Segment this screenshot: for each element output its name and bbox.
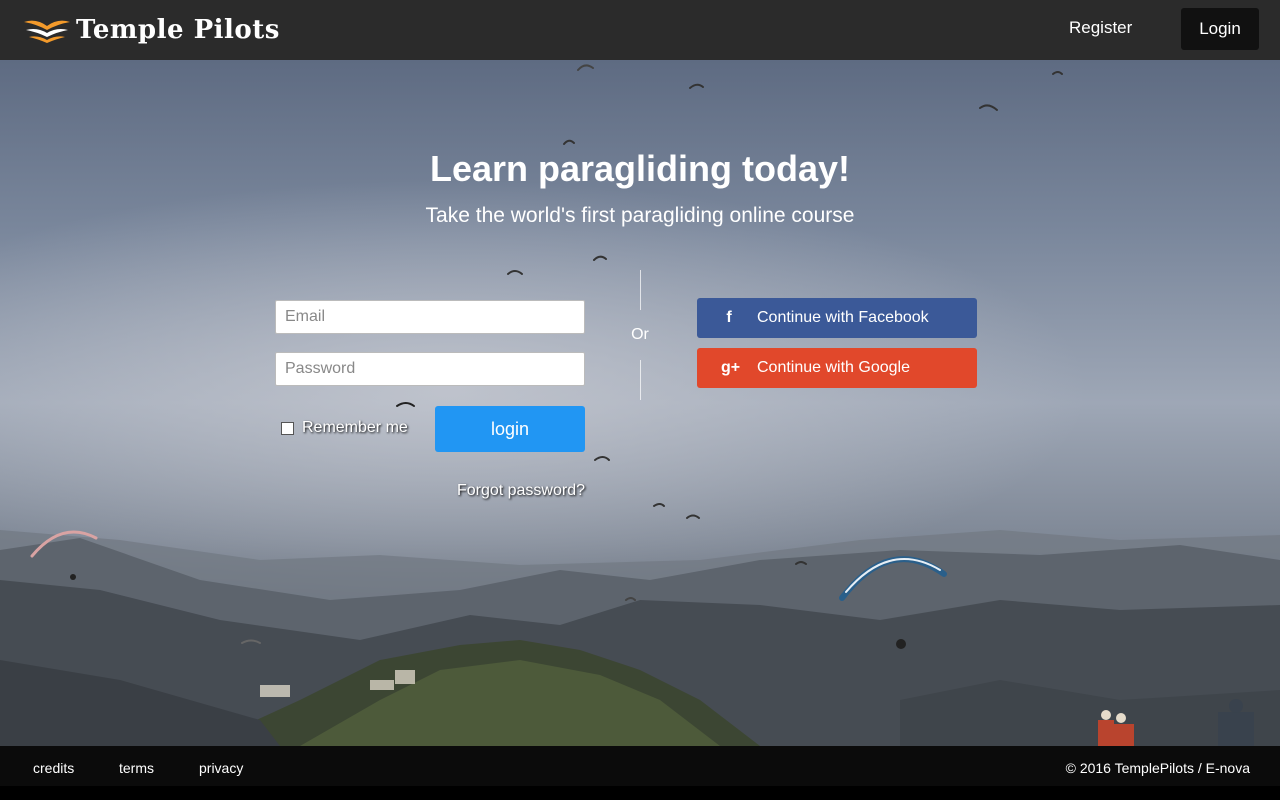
google-button-label: Continue with Google [757,359,910,376]
brand-name: Temple Pilots [76,15,280,45]
page-subtitle: Take the world's first paragliding onlin… [425,204,855,227]
bottom-edge [0,786,1280,800]
copyright-text: © 2016 TemplePilots / E-nova [1065,760,1250,776]
register-link[interactable]: Register [1069,18,1132,38]
checkbox-box[interactable] [281,421,294,435]
divider-line-top [640,270,641,310]
google-plus-icon: g+ [721,359,741,376]
remember-me-checkbox[interactable]: Remember me [281,419,408,437]
continue-with-facebook-button[interactable]: f Continue with Facebook [697,298,977,338]
divider-or-text: Or [631,326,649,343]
footer-link-credits[interactable]: credits [33,760,74,776]
top-navbar: Temple Pilots Register Login [0,0,1280,60]
footer-link-privacy[interactable]: privacy [199,760,243,776]
footer-link-terms[interactable]: terms [119,760,154,776]
facebook-button-label: Continue with Facebook [757,309,929,326]
facebook-icon: f [726,309,732,326]
continue-with-google-button[interactable]: g+ Continue with Google [697,348,977,388]
divider-line-bottom [640,360,641,400]
footer: credits terms privacy © 2016 TemplePilot… [0,746,1280,786]
header-login-button[interactable]: Login [1181,8,1259,50]
remember-me-label: Remember me [302,419,408,436]
forgot-password-link[interactable]: Forgot password? [440,482,585,500]
login-submit-button[interactable]: login [435,406,585,452]
password-field[interactable] [275,352,585,386]
brand-logo[interactable]: Temple Pilots [22,14,280,46]
email-field[interactable] [275,300,585,334]
page-title: Learn paragliding today! [429,148,851,189]
wings-logo-icon [24,20,70,43]
